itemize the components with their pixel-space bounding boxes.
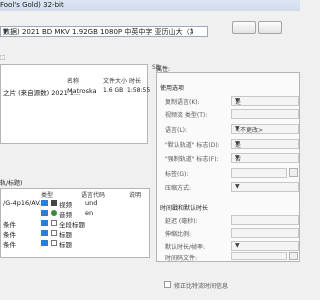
field-label: 默认时长/帧率:	[165, 244, 206, 251]
files-label: ⬚	[0, 54, 6, 61]
chevron-down-icon: ▼	[235, 97, 240, 104]
chevron-down-icon: ▼	[235, 242, 240, 249]
checkbox-checked-icon[interactable]	[41, 240, 48, 246]
track-type: 标题	[59, 241, 72, 249]
checkbox-label: 修正比特流时间信息	[174, 283, 229, 290]
track-codec: /G-4p16/AV...	[3, 199, 46, 207]
track-row-subtitle-2[interactable]: 条件 标题	[1, 229, 149, 239]
window-titlebar: Fool's Gold) 32-bit	[0, 0, 300, 11]
file-duration: 1:58:55	[127, 87, 151, 94]
chevron-down-icon: ▼	[235, 183, 240, 190]
field-label: 标签(G):	[165, 171, 189, 178]
column-header-note[interactable]: 说明	[129, 190, 141, 199]
track-type: 音频	[59, 211, 72, 219]
field-label: 语言(L):	[165, 127, 188, 134]
timecode-file-input[interactable]	[231, 252, 287, 260]
file-size: 1.6 GB	[103, 87, 124, 94]
chevron-down-icon[interactable]: ▼	[3, 28, 193, 35]
forced-track-select[interactable]: 否 ▼	[231, 153, 299, 163]
checkbox-box[interactable]	[164, 281, 171, 288]
checkbox-checked-icon[interactable]	[41, 210, 48, 216]
track-row-audio[interactable]: 音频 en	[1, 209, 149, 219]
checkbox-checked-icon[interactable]	[41, 200, 48, 206]
field-label: 伸缩比例:	[165, 231, 192, 238]
field-label: 时间码文件:	[165, 255, 198, 262]
column-header-type[interactable]: 类型	[41, 190, 53, 199]
checkbox-checked-icon[interactable]	[41, 220, 48, 226]
track-lang: und	[85, 199, 98, 207]
column-header-name[interactable]: 名称	[67, 76, 79, 85]
track-type: 全段标题	[59, 221, 85, 229]
properties-panel: 使用选项 复制语言(K): 是 ▼ 视频流 类型(T): 语言(L): <不更改>…	[156, 72, 300, 262]
subtitle-icon	[51, 230, 57, 236]
tags-input[interactable]	[231, 168, 287, 178]
audio-icon	[51, 210, 57, 216]
browse-timecode-button[interactable]	[289, 252, 298, 260]
file-format: Matroska	[67, 87, 97, 95]
copy-language-select[interactable]: 是 ▼	[231, 96, 299, 106]
file-row[interactable]: 之片 (来自源数) 2021 1... Matroska 1.6 GB 1:58…	[1, 87, 151, 97]
track-row-video[interactable]: /G-4p16/AV... 视频 und	[1, 199, 149, 209]
field-label: 复制语言(K):	[165, 99, 200, 106]
track-row-subtitle-3[interactable]: 条件 标题	[1, 239, 149, 249]
tracks-title: 轨/标题)	[0, 180, 23, 187]
field-label: 视频流 类型(T):	[165, 112, 208, 119]
track-codec: 条件	[3, 221, 16, 229]
video-icon	[51, 200, 57, 206]
track-lang: en	[85, 209, 94, 217]
toolbar-button-1[interactable]	[232, 21, 256, 34]
field-label: 压缩方式:	[165, 185, 192, 192]
chevron-down-icon: ▼	[235, 125, 240, 132]
field-label: 延迟 (毫秒):	[165, 218, 198, 225]
track-type: 标题	[59, 231, 72, 239]
chevron-down-icon: ▼	[235, 154, 240, 161]
default-duration-select[interactable]: ▼	[231, 241, 299, 251]
subtitle-icon	[51, 220, 57, 226]
column-header-duration[interactable]: 时长	[129, 76, 141, 85]
checkbox-checked-icon[interactable]	[41, 230, 48, 236]
track-codec: 条件	[3, 231, 16, 239]
timing-group: 时间戳和默认时长	[160, 205, 209, 212]
track-type-field[interactable]	[231, 109, 299, 119]
browse-tags-button[interactable]	[289, 168, 298, 177]
column-header-size[interactable]: 文件大小	[103, 76, 127, 85]
field-label: "强制轨道" 标志(F):	[165, 156, 219, 163]
delay-input[interactable]	[231, 215, 299, 225]
stretch-input[interactable]	[231, 228, 299, 238]
column-header-lang[interactable]: 语言代码	[81, 190, 105, 199]
subtitle-icon	[51, 240, 57, 246]
track-type: 视频	[59, 201, 72, 209]
general-options-group: 使用选项	[160, 85, 185, 92]
source-files-list[interactable]: 名称 文件大小 时长 之片 (来自源数) 2021 1... Matroska …	[0, 64, 151, 144]
toolbar-button-2[interactable]	[258, 21, 282, 34]
tracks-list[interactable]: 类型 语言代码 说明 /G-4p16/AV... 视频 und 音频 en 条件…	[0, 188, 150, 258]
field-label: "默认轨道" 标志(D):	[165, 142, 220, 149]
default-track-select[interactable]: 是 ▼	[231, 139, 299, 149]
track-codec: 条件	[3, 241, 16, 249]
file-path-field[interactable]: 数据) 2021 BD MKV 1.92GB 1080P 中英中字 亚历山大（某…	[0, 26, 208, 37]
track-row-subtitle-1[interactable]: 条件 全段标题	[1, 219, 149, 229]
fix-bitstream-checkbox[interactable]: 修正比特流时间信息	[164, 280, 294, 290]
chevron-down-icon: ▼	[235, 140, 240, 147]
language-select[interactable]: <不更改> ▼	[231, 124, 299, 134]
compression-select[interactable]: ▼	[231, 182, 299, 192]
window-title: Fool's Gold) 32-bit	[0, 1, 64, 9]
